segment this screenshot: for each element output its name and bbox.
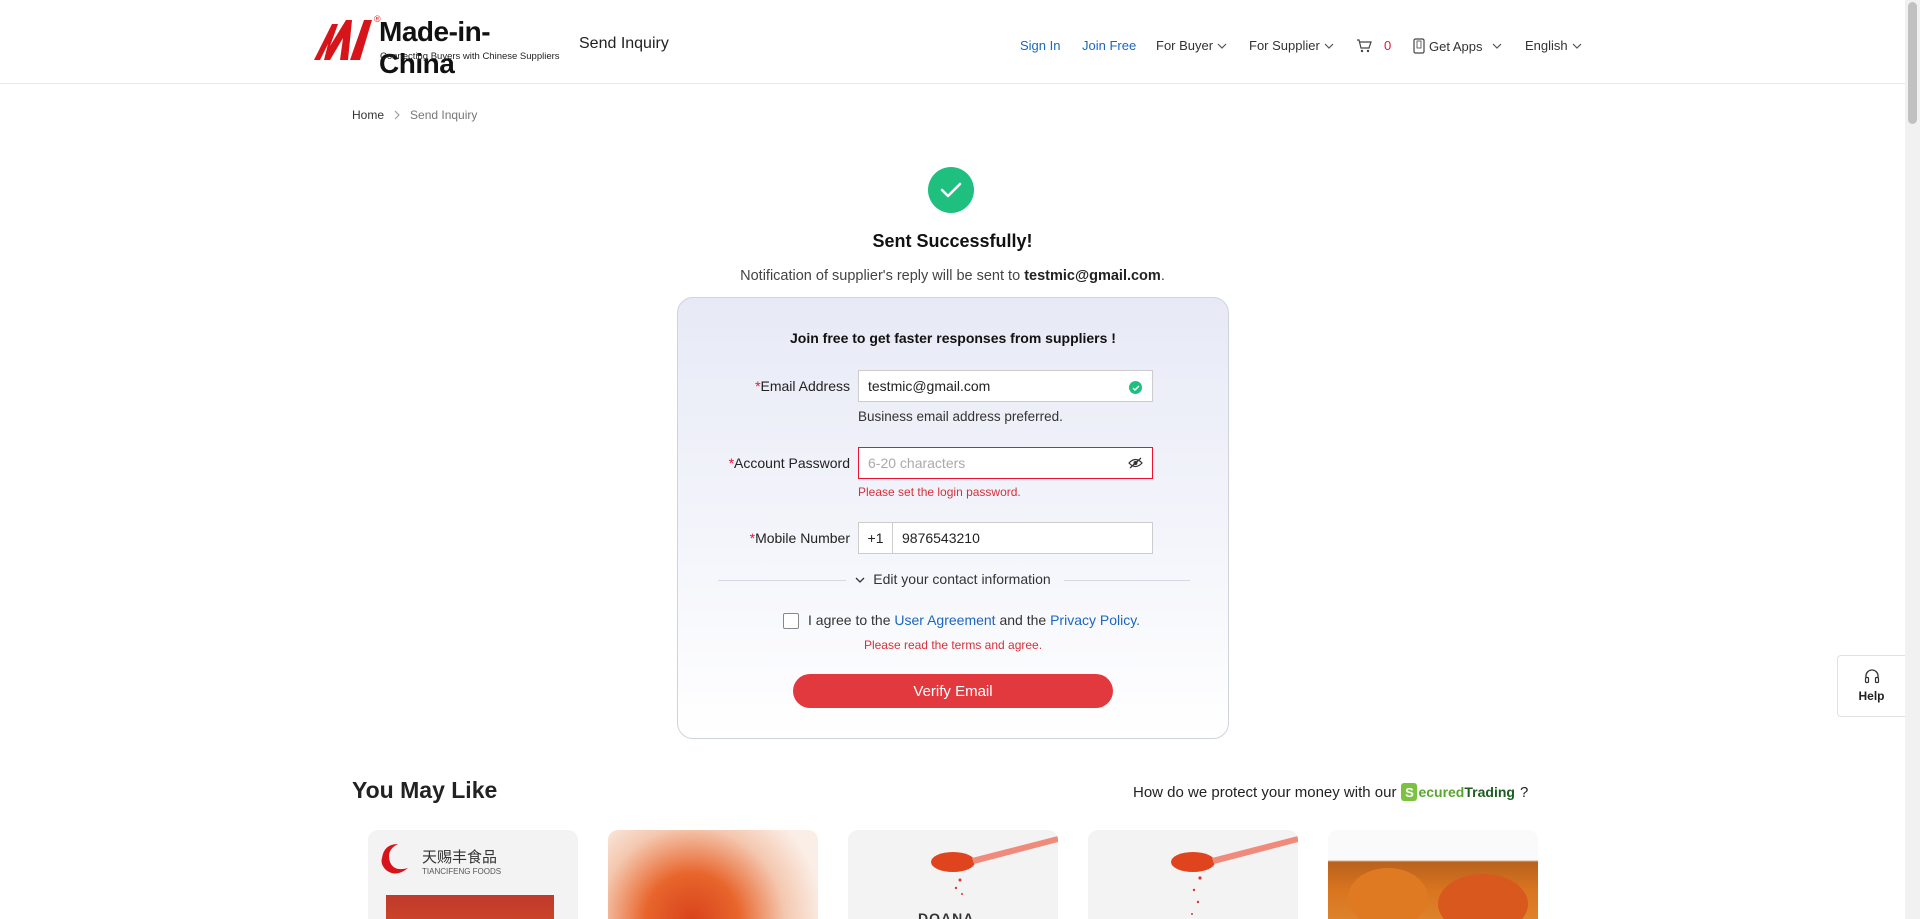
privacy-policy-link[interactable]: Privacy Policy. <box>1050 612 1140 628</box>
page-scrollbar[interactable] <box>1905 0 1920 919</box>
protect-suffix: ? <box>1519 783 1529 801</box>
cart-icon <box>1357 38 1372 52</box>
success-check-icon <box>928 167 974 213</box>
cart-button[interactable]: 0 <box>1356 38 1391 53</box>
password-error: Please set the login password. <box>858 485 1021 499</box>
chevron-down-icon <box>1493 43 1502 49</box>
chevron-down-icon <box>855 577 865 584</box>
agree-prefix: I agree to the <box>808 612 895 628</box>
logo-tagline: Connecting Buyers with Chinese Suppliers <box>380 51 560 62</box>
spoon-powder-image <box>931 836 1058 895</box>
breadcrumb-current: Send Inquiry <box>410 108 478 122</box>
notification-prefix: Notification of supplier's reply will be… <box>740 268 1025 284</box>
chevron-down-icon <box>1324 43 1334 49</box>
product-image <box>1438 874 1528 919</box>
language-selector[interactable]: English <box>1525 38 1582 53</box>
mobile-phone-icon <box>1413 38 1425 54</box>
notification-suffix: . <box>1160 268 1165 284</box>
headset-icon <box>1864 669 1879 684</box>
password-placeholder: 6-20 characters <box>868 455 966 471</box>
mobile-value: 9876543210 <box>902 530 980 546</box>
join-free-link[interactable]: Join Free <box>1082 38 1136 53</box>
mobile-label: *Mobile Number <box>750 530 850 546</box>
password-label: *Account Password <box>729 455 850 471</box>
card-title: Join free to get faster responses from s… <box>790 330 1116 346</box>
success-title: Sent Successfully! <box>872 231 1033 251</box>
notification-email: testmic@gmail.com <box>1024 268 1161 284</box>
product-card[interactable] <box>1328 830 1538 919</box>
email-label: *Email Address <box>755 378 850 394</box>
notification-text: Notification of supplier's reply will be… <box>0 268 1905 284</box>
brand-logo-icon <box>381 844 408 874</box>
brand-name-cn: 天赐丰食品 <box>422 848 498 866</box>
agree-text: I agree to the User Agreement and the Pr… <box>808 612 1140 628</box>
product-card[interactable] <box>1088 830 1298 919</box>
breadcrumb: Home Send Inquiry <box>352 108 477 122</box>
password-field[interactable]: 6-20 characters <box>858 447 1153 479</box>
you-may-like-title: You May Like <box>352 777 498 803</box>
product-image <box>608 830 818 919</box>
product-image <box>1348 868 1428 919</box>
mobile-field[interactable]: +1 9876543210 <box>858 522 1153 554</box>
email-field[interactable]: testmic@gmail.com <box>858 370 1153 402</box>
chevron-down-icon <box>1572 43 1582 49</box>
scrollbar-thumb[interactable] <box>1908 2 1917 124</box>
for-buyer-label: For Buyer <box>1156 38 1214 53</box>
eye-off-icon[interactable] <box>1128 457 1143 469</box>
get-apps-menu[interactable]: Get Apps <box>1413 38 1502 54</box>
product-card[interactable]: 天赐丰食品 TIANCIFENG FOODS <box>368 830 578 919</box>
trading-word: Trading <box>1464 784 1515 800</box>
edit-contact-toggle[interactable]: Edit your contact information <box>678 571 1228 587</box>
chevron-right-icon <box>394 110 400 120</box>
for-buyer-menu[interactable]: For Buyer <box>1156 38 1227 53</box>
verify-email-button[interactable]: Verify Email <box>793 674 1113 708</box>
email-label-text: Email Address <box>760 378 850 394</box>
brand-name-en: TIANCIFENG FOODS <box>422 867 502 876</box>
mobile-label-text: Mobile Number <box>755 530 850 546</box>
chevron-down-icon <box>1217 43 1227 49</box>
made-in-china-logo[interactable]: ® Made-in-China Connecting Buyers with C… <box>312 14 562 79</box>
secured-trading-logo: Secured Trading <box>1401 783 1515 801</box>
protect-text: How do we protect your money with our <box>1133 783 1397 801</box>
user-agreement-link[interactable]: User Agreement <box>894 612 995 628</box>
logo-m-icon <box>314 20 372 60</box>
top-header: ® Made-in-China Connecting Buyers with C… <box>0 0 1905 84</box>
join-free-label: Join Free <box>1082 38 1137 53</box>
secured-word: ecured <box>1418 784 1465 800</box>
agree-mid: and the <box>995 612 1051 628</box>
shield-icon: S <box>1401 783 1418 801</box>
for-supplier-label: For Supplier <box>1249 38 1320 53</box>
breadcrumb-home-link[interactable]: Home <box>352 108 384 122</box>
product-image <box>386 895 554 919</box>
logo-text: Made-in-China <box>379 16 491 79</box>
password-label-text: Account Password <box>734 455 850 471</box>
language-label: English <box>1525 38 1568 53</box>
product-card[interactable] <box>608 830 818 919</box>
page: ® Made-in-China Connecting Buyers with C… <box>0 0 1920 919</box>
email-hint: Business email address preferred. <box>858 409 1063 424</box>
agree-checkbox[interactable] <box>783 613 799 629</box>
spoon-powder-image <box>1171 836 1298 915</box>
secured-trading-link[interactable]: How do we protect your money with our Se… <box>1133 783 1528 801</box>
check-circle-icon <box>1129 381 1142 394</box>
edit-contact-label: Edit your contact information <box>873 571 1051 587</box>
product-card[interactable]: DOANA <box>848 830 1058 919</box>
sign-in-link[interactable]: Sign In <box>1020 38 1060 53</box>
sign-in-label: Sign In <box>1020 38 1061 53</box>
join-free-card: Join free to get faster responses from s… <box>677 297 1229 739</box>
cart-count: 0 <box>1384 38 1392 53</box>
help-label: Help <box>1858 689 1885 703</box>
for-supplier-menu[interactable]: For Supplier <box>1249 38 1334 53</box>
country-code-selector[interactable]: +1 <box>859 523 893 553</box>
page-title: Send Inquiry <box>579 35 669 52</box>
agree-error: Please read the terms and agree. <box>863 638 1043 652</box>
email-value: testmic@gmail.com <box>868 378 991 394</box>
brand-name-doana: DOANA <box>918 910 975 919</box>
get-apps-label: Get Apps <box>1429 38 1483 54</box>
help-button[interactable]: Help <box>1837 655 1905 717</box>
